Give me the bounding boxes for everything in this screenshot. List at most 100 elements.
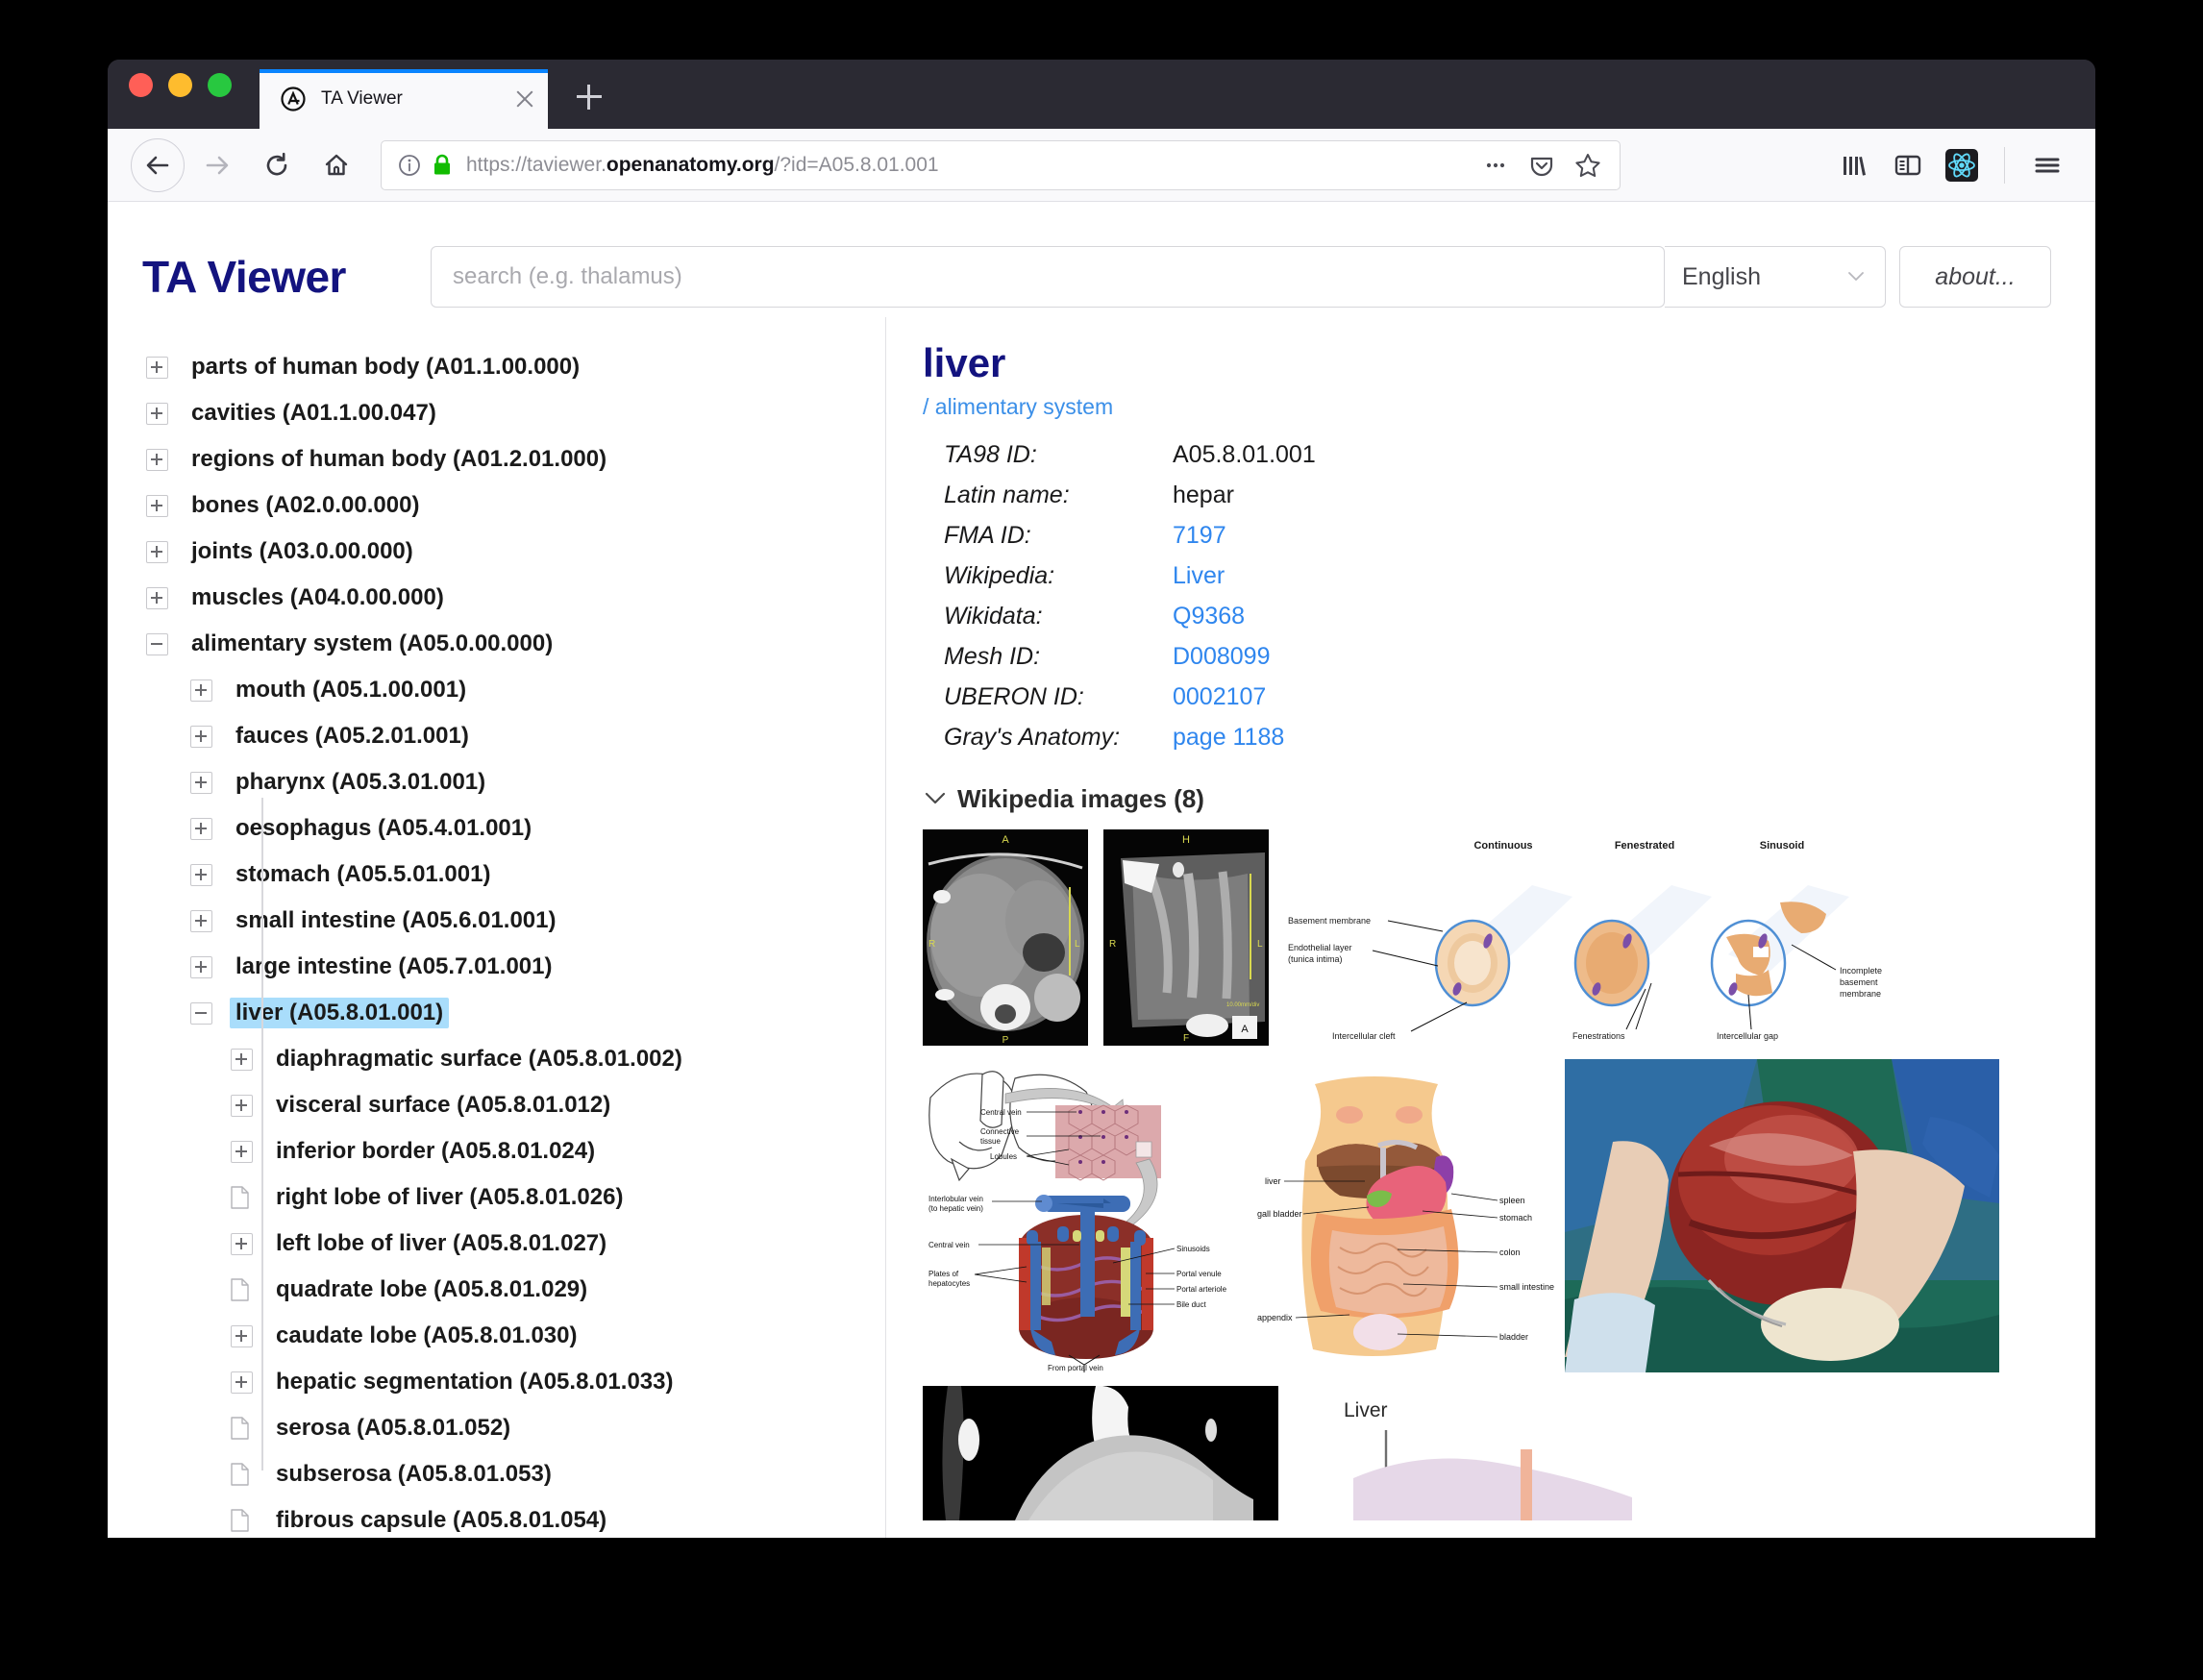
- metadata-link[interactable]: Q9368: [1173, 603, 1245, 630]
- gallery-thumb-ct-axial-abdomen[interactable]: A R L P: [923, 829, 1088, 1046]
- tree-node-label: caudate lobe (A05.8.01.030): [276, 1322, 578, 1348]
- search-input[interactable]: [431, 246, 1665, 308]
- expand-plus-icon[interactable]: [146, 586, 168, 609]
- tree-node[interactable]: diaphragmatic surface (A05.8.01.002): [135, 1036, 885, 1082]
- expand-plus-icon[interactable]: [190, 725, 212, 748]
- metadata-link[interactable]: page 1188: [1173, 724, 1284, 752]
- tree-node[interactable]: muscles (A04.0.00.000): [135, 575, 885, 621]
- gallery-thumb-liver-ultrasound[interactable]: [923, 1386, 1278, 1520]
- gallery-thumb-liver-position-diagram[interactable]: Liver: [1330, 1386, 1744, 1520]
- expand-plus-icon[interactable]: [231, 1094, 253, 1117]
- svg-text:A: A: [1241, 1024, 1249, 1035]
- expand-plus-icon[interactable]: [146, 402, 168, 425]
- tree-node[interactable]: cavities (A01.1.00.047): [135, 390, 885, 436]
- expand-plus-icon[interactable]: [146, 540, 168, 563]
- react-devtools-icon[interactable]: [1937, 140, 1987, 190]
- svg-text:Basement membrane: Basement membrane: [1288, 916, 1371, 926]
- expand-plus-icon[interactable]: [190, 863, 212, 886]
- metadata-link[interactable]: Liver: [1173, 562, 1225, 590]
- expand-plus-icon[interactable]: [231, 1140, 253, 1163]
- taxonomy-tree: parts of human body (A01.1.00.000) caviti…: [108, 317, 886, 1538]
- expand-plus-icon[interactable]: [146, 356, 168, 379]
- sidebar-icon[interactable]: [1883, 140, 1933, 190]
- tree-node-label: left lobe of liver (A05.8.01.027): [276, 1230, 607, 1256]
- toolbar-right-group: [1829, 140, 2072, 190]
- expand-plus-icon[interactable]: [146, 448, 168, 471]
- svg-text:Portal venule: Portal venule: [1176, 1270, 1222, 1278]
- metadata-link[interactable]: 0002107: [1173, 683, 1266, 711]
- gallery-thumb-liver-surgery-photo[interactable]: [1565, 1059, 1999, 1372]
- svg-text:Continuous: Continuous: [1473, 840, 1532, 852]
- metadata-label: UBERON ID:: [944, 683, 1084, 710]
- tree-node-label: fauces (A05.2.01.001): [235, 723, 469, 749]
- info-icon[interactable]: [397, 153, 422, 178]
- tree-node[interactable]: alimentary system (A05.0.00.000): [135, 621, 885, 667]
- language-select[interactable]: English: [1665, 246, 1886, 308]
- tree-node[interactable]: mouth (A05.1.00.001): [135, 667, 885, 713]
- tree-node[interactable]: quadrate lobe (A05.8.01.029): [135, 1267, 885, 1313]
- hamburger-menu-icon[interactable]: [2022, 140, 2072, 190]
- metadata-row: FMA ID: 7197: [944, 522, 2067, 562]
- expand-plus-icon[interactable]: [231, 1232, 253, 1255]
- expand-plus-icon[interactable]: [231, 1371, 253, 1394]
- tree-node[interactable]: small intestine (A05.6.01.001): [135, 898, 885, 944]
- lock-icon[interactable]: [432, 153, 453, 178]
- gallery-thumb-abdominal-organs-diagram[interactable]: liver gall bladder appendix spleen stoma…: [1257, 1059, 1565, 1372]
- tree-node[interactable]: left lobe of liver (A05.8.01.027): [135, 1221, 885, 1267]
- expand-plus-icon[interactable]: [146, 494, 168, 517]
- gallery-thumb-ct-coronal-abdomen[interactable]: A H R L F 10.00mm/div: [1103, 829, 1269, 1046]
- tree-node[interactable]: hepatic segmentation (A05.8.01.033): [135, 1359, 885, 1405]
- tree-node[interactable]: joints (A03.0.00.000): [135, 529, 885, 575]
- tree-node[interactable]: liver (A05.8.01.001): [135, 990, 885, 1036]
- pocket-icon[interactable]: [1525, 149, 1558, 182]
- tree-node[interactable]: caudate lobe (A05.8.01.030): [135, 1313, 885, 1359]
- close-icon[interactable]: [511, 86, 538, 112]
- tree-node[interactable]: serosa (A05.8.01.052): [135, 1405, 885, 1451]
- expand-plus-icon[interactable]: [231, 1324, 253, 1347]
- forward-arrow-icon[interactable]: [190, 138, 244, 192]
- expand-plus-icon[interactable]: [190, 679, 212, 702]
- expand-plus-icon[interactable]: [231, 1048, 253, 1071]
- gallery-thumb-capillary-types-diagram[interactable]: Continuous Fenestrated Sinusoid Basement…: [1284, 829, 1899, 1046]
- tree-node[interactable]: visceral surface (A05.8.01.012): [135, 1082, 885, 1128]
- images-section-header[interactable]: Wikipedia images (8): [925, 779, 2067, 818]
- tree-node[interactable]: parts of human body (A01.1.00.000): [135, 344, 885, 390]
- svg-text:A: A: [1002, 834, 1009, 846]
- expand-plus-icon[interactable]: [190, 817, 212, 840]
- tree-node[interactable]: pharynx (A05.3.01.001): [135, 759, 885, 805]
- browser-tab[interactable]: TA Viewer: [260, 69, 548, 129]
- url-bar[interactable]: https://taviewer.openanatomy.org/?id=A05…: [381, 139, 1621, 190]
- tree-node[interactable]: bones (A02.0.00.000): [135, 482, 885, 529]
- home-icon[interactable]: [309, 138, 363, 192]
- tree-node[interactable]: large intestine (A05.7.01.001): [135, 944, 885, 990]
- reload-icon[interactable]: [250, 138, 304, 192]
- collapse-minus-icon[interactable]: [146, 632, 168, 655]
- new-tab-button[interactable]: [567, 75, 611, 119]
- tree-node[interactable]: right lobe of liver (A05.8.01.026): [135, 1174, 885, 1221]
- svg-text:hepatocytes: hepatocytes: [928, 1279, 970, 1288]
- metadata-link[interactable]: D008099: [1173, 643, 1270, 671]
- tree-node[interactable]: fauces (A05.2.01.001): [135, 713, 885, 759]
- window-minimize-button[interactable]: [168, 73, 192, 97]
- expand-plus-icon[interactable]: [190, 771, 212, 794]
- window-close-button[interactable]: [129, 73, 153, 97]
- gallery-thumb-liver-lobule-diagram[interactable]: Central vein Connective tissue Lobules I…: [923, 1059, 1257, 1372]
- page-actions-icon[interactable]: [1479, 149, 1512, 182]
- back-arrow-icon[interactable]: [131, 137, 185, 192]
- tree-node-label: stomach (A05.5.01.001): [235, 861, 491, 887]
- bookmark-star-icon[interactable]: [1572, 149, 1604, 182]
- breadcrumb[interactable]: / alimentary system: [923, 394, 2067, 420]
- tree-node[interactable]: inferior border (A05.8.01.024): [135, 1128, 885, 1174]
- collapse-minus-icon[interactable]: [190, 1001, 212, 1025]
- tree-node[interactable]: subserosa (A05.8.01.053): [135, 1451, 885, 1497]
- metadata-link[interactable]: 7197: [1173, 522, 1226, 550]
- expand-plus-icon[interactable]: [190, 955, 212, 978]
- tree-node[interactable]: fibrous capsule (A05.8.01.054): [135, 1497, 885, 1538]
- library-icon[interactable]: [1829, 140, 1879, 190]
- window-maximize-button[interactable]: [208, 73, 232, 97]
- about-button[interactable]: about...: [1899, 246, 2051, 308]
- expand-plus-icon[interactable]: [190, 909, 212, 932]
- tree-node[interactable]: oesophagus (A05.4.01.001): [135, 805, 885, 852]
- tree-node[interactable]: stomach (A05.5.01.001): [135, 852, 885, 898]
- tree-node[interactable]: regions of human body (A01.2.01.000): [135, 436, 885, 482]
